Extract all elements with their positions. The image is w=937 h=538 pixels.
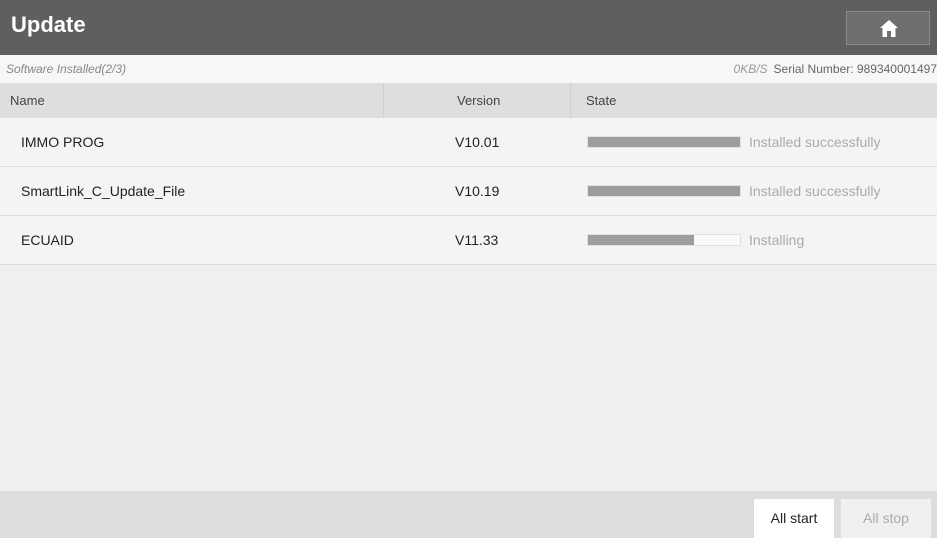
title-bar: Update [0, 0, 937, 55]
page-title: Update [11, 12, 86, 37]
software-name: SmartLink_C_Update_File [21, 183, 186, 199]
progress-fill [588, 235, 695, 245]
column-header-name: Name [0, 83, 384, 118]
install-state: Installing [749, 232, 805, 248]
table-row[interactable]: ECUAID V11.33 Installing [0, 216, 937, 265]
software-list: IMMO PROG V10.01 Installed successfully … [0, 118, 937, 265]
progress-fill [588, 186, 740, 196]
progress-bar [587, 234, 741, 246]
installed-count: Software Installed(2/3) [6, 62, 127, 76]
software-name: ECUAID [21, 232, 74, 248]
table-header: Name Version State [0, 83, 937, 118]
software-version: V11.33 [455, 232, 499, 248]
bottom-toolbar: All start All stop [0, 491, 937, 538]
home-icon [880, 20, 898, 37]
table-row[interactable]: IMMO PROG V10.01 Installed successfully [0, 118, 937, 167]
install-state: Installed successfully [749, 183, 881, 199]
column-header-version: Version [384, 83, 571, 118]
install-state: Installed successfully [749, 134, 881, 150]
download-speed: 0KB/S [733, 62, 768, 76]
table-row[interactable]: SmartLink_C_Update_File V10.19 Installed… [0, 167, 937, 216]
software-version: V10.19 [455, 183, 500, 199]
column-header-state: State [586, 93, 617, 108]
software-version: V10.01 [455, 134, 500, 150]
software-name: IMMO PROG [21, 134, 105, 150]
progress-fill [588, 137, 740, 147]
home-button[interactable] [846, 11, 930, 45]
status-bar: Software Installed(2/3) 0KB/S Serial Numb… [0, 55, 937, 83]
all-start-button[interactable]: All start [754, 499, 834, 538]
serial-number: Serial Number: 989340001497 [773, 62, 937, 76]
progress-bar [587, 185, 741, 197]
progress-bar [587, 136, 741, 148]
status-right: 0KB/S Serial Number: 989340001497 [734, 62, 937, 76]
all-stop-button[interactable]: All stop [841, 499, 931, 538]
